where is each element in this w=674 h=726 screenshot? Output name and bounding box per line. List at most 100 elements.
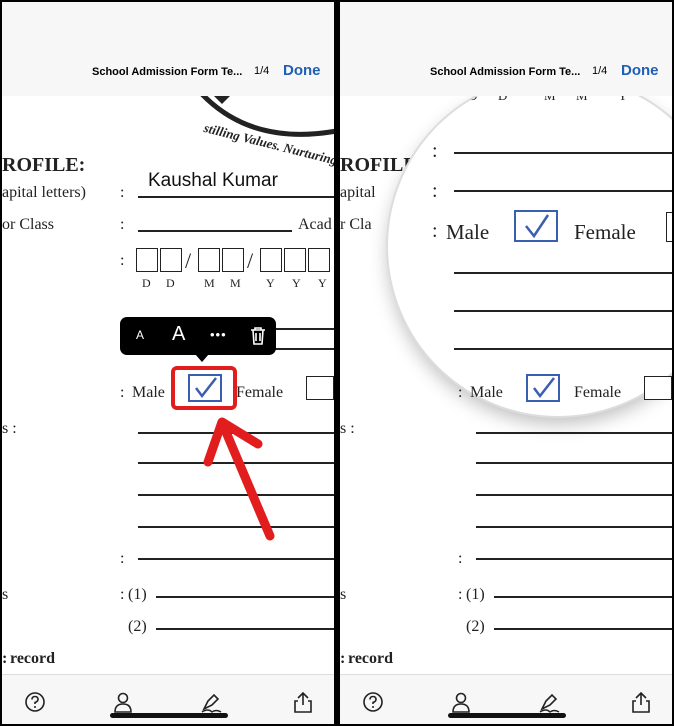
male-label: Male: [470, 384, 503, 401]
date-letter: D: [468, 96, 477, 104]
done-button[interactable]: Done: [621, 62, 659, 79]
help-icon[interactable]: [362, 691, 384, 713]
class-line: [138, 230, 292, 232]
date-letter: Y: [266, 276, 275, 290]
name-line: [138, 196, 334, 198]
signature-icon[interactable]: [538, 691, 560, 713]
option-1-label: (1): [128, 586, 147, 603]
address-label: s :: [340, 420, 355, 437]
red-arrow-icon: [203, 417, 275, 541]
dob-colon: :: [120, 252, 125, 269]
form-line: [454, 272, 672, 274]
document-title: School Admission Form Te...: [430, 66, 581, 78]
female-checkbox[interactable]: [644, 376, 672, 400]
decrease-font-button[interactable]: A: [136, 328, 144, 342]
gender-colon: :: [120, 384, 125, 401]
record-heading-prefix: :: [2, 650, 8, 667]
dob-month-box-2[interactable]: [222, 248, 244, 272]
increase-font-button[interactable]: A: [172, 323, 185, 346]
dob-day-box-1[interactable]: [136, 248, 158, 272]
document-title: School Admission Form Te...: [92, 66, 243, 78]
date-slash: /: [247, 248, 254, 273]
profile-icon[interactable]: [112, 691, 134, 713]
dob-year-box-3[interactable]: [308, 248, 330, 272]
checkmark-icon: [533, 377, 555, 399]
male-checkbox[interactable]: [514, 210, 558, 242]
date-letter: M: [544, 96, 556, 104]
option-1-colon: :: [458, 586, 463, 603]
record-heading: record: [348, 650, 394, 667]
address-label: s :: [2, 420, 17, 437]
right-screenshot: School Admission Form Te... 1/4 Done ROF…: [340, 2, 672, 724]
page-indicator: 1/4: [592, 65, 608, 77]
contact-colon: :: [458, 550, 463, 567]
record-heading: record: [10, 650, 56, 667]
male-checkbox[interactable]: [526, 374, 560, 402]
female-checkbox[interactable]: [306, 376, 334, 400]
profile-icon[interactable]: [450, 691, 472, 713]
dob-day-box-2[interactable]: [160, 248, 182, 272]
option-2-label: (2): [466, 618, 485, 635]
checkmark-icon: [525, 214, 550, 239]
form-line: [454, 310, 672, 312]
date-letter: Y: [318, 276, 327, 290]
address-line-1: [476, 432, 672, 434]
more-options-button[interactable]: •••: [210, 327, 227, 342]
name-label: apital letters): [2, 184, 86, 201]
female-label: Female: [574, 384, 622, 401]
page-indicator: 1/4: [254, 65, 270, 77]
form-line: [272, 348, 334, 350]
done-button[interactable]: Done: [283, 62, 321, 79]
gender-colon: :: [432, 220, 438, 242]
contact-line: [476, 558, 672, 560]
highlight-box: [171, 366, 237, 410]
document-page: ROFILE apital r Cla D D M M Y : : : Male…: [340, 96, 672, 674]
magnifier-loupe: D D M M Y : : : Male Female: [388, 96, 672, 416]
form-line: [454, 190, 672, 192]
dob-year-box-1[interactable]: [260, 248, 282, 272]
help-icon[interactable]: [24, 691, 46, 713]
profile-heading: ROFILE:: [2, 154, 86, 176]
date-slash: /: [185, 248, 192, 273]
left-screenshot: School Admission Form Te... 1/4 Done sti…: [2, 2, 334, 724]
date-letter: D: [498, 96, 507, 104]
dob-year-box-2[interactable]: [284, 248, 306, 272]
document-page: stilling Values. Nurturing ROFILE: apita…: [2, 96, 334, 674]
date-letter: Y: [618, 96, 627, 104]
colon: :: [432, 180, 438, 202]
option-2-line: [494, 628, 672, 630]
colon: :: [432, 140, 438, 162]
female-checkbox[interactable]: [666, 212, 672, 242]
female-label: Female: [574, 220, 636, 244]
option-2-label: (2): [128, 618, 147, 635]
male-label: Male: [446, 220, 490, 244]
share-icon[interactable]: [630, 691, 652, 713]
name-text-field[interactable]: Kaushal Kumar: [148, 170, 278, 192]
address-line-4: [476, 526, 672, 528]
date-letter: M: [576, 96, 588, 104]
dob-month-box-1[interactable]: [198, 248, 220, 272]
female-label: Female: [236, 384, 284, 401]
contact-line: [138, 558, 334, 560]
share-icon[interactable]: [292, 691, 314, 713]
trash-icon[interactable]: [250, 326, 266, 346]
toolbar-pointer: [195, 354, 209, 362]
form-line: [454, 152, 672, 154]
academic-label: Acad: [298, 216, 332, 233]
date-letter: D: [142, 276, 151, 290]
annotation-toolbar: A A •••: [120, 317, 276, 355]
address-line-2: [476, 462, 672, 464]
navigation-bar: School Admission Form Te... 1/4 Done: [2, 2, 334, 96]
class-label: or Class: [2, 216, 54, 233]
option-1-line: [494, 596, 672, 598]
name-colon: :: [120, 184, 125, 201]
siblings-label: s: [340, 586, 347, 603]
option-1-line: [156, 596, 334, 598]
record-heading-prefix: :: [340, 650, 346, 667]
form-line: [454, 348, 672, 350]
option-1-colon: :: [120, 586, 125, 603]
signature-icon[interactable]: [200, 691, 222, 713]
name-label: apital: [340, 184, 376, 201]
male-label: Male: [132, 384, 165, 401]
option-1-label: (1): [466, 586, 485, 603]
